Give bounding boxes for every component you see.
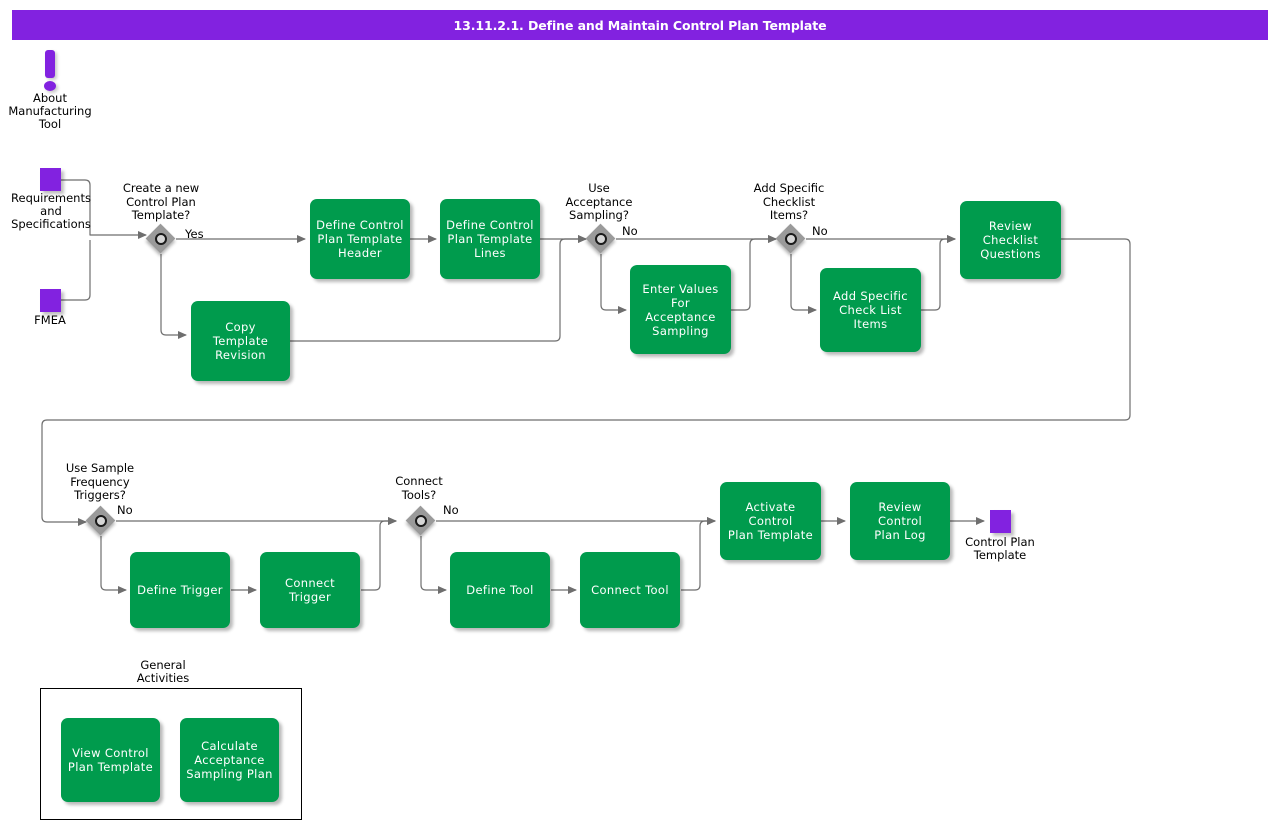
gateway-label-use-acceptance-sampling: Use Acceptance Sampling?: [551, 181, 647, 223]
gw2-line-3: Sampling?: [569, 208, 629, 222]
gw2-line-2: Acceptance: [565, 194, 633, 209]
gateway-use-sample-frequency-triggers[interactable]: [85, 505, 116, 536]
branch-label-no-sample-frequency: No: [117, 503, 133, 517]
gateway-ring-icon: [595, 233, 607, 245]
branch-label-yes-create-template: Yes: [185, 227, 204, 241]
gateway-use-acceptance-sampling[interactable]: [585, 223, 616, 254]
activity-view-control-plan-template[interactable]: View Control Plan Template: [61, 718, 160, 802]
output-line-2: Template: [973, 548, 1027, 562]
data-object-control-plan-template[interactable]: [990, 510, 1011, 533]
activity-copy-template-revision[interactable]: Copy Template Revision: [191, 301, 290, 381]
gw4-line-2: Frequency: [70, 474, 130, 489]
branch-label-no-checklist-items: No: [812, 224, 828, 238]
data-label-requirements-and-specifications: Requirements and Specifications: [0, 192, 106, 231]
exclamation-bar: [45, 50, 55, 78]
gateway-label-use-sample-frequency-triggers: Use Sample Frequency Triggers?: [46, 461, 154, 503]
gateway-ring-icon: [785, 233, 797, 245]
data-label-fmea: FMEA: [5, 314, 95, 327]
data-object-requirements-and-specifications[interactable]: [40, 168, 61, 191]
activity-activate-control-plan-template[interactable]: Activate Control Plan Template: [720, 482, 821, 560]
activity-enter-values-for-acceptance-sampling[interactable]: Enter Values For Acceptance Sampling: [630, 265, 731, 354]
gw3-line-3: Items?: [769, 208, 809, 222]
gw1-line-2: Control Plan: [126, 194, 196, 209]
gateway-label-add-specific-checklist-items: Add Specific Checklist Items?: [736, 181, 842, 223]
gw4-line-3: Triggers?: [74, 488, 126, 502]
gw5-line-1: Connect: [395, 474, 443, 488]
exclamation-dot: [44, 81, 56, 91]
activity-connect-trigger[interactable]: Connect Trigger: [260, 552, 360, 628]
activity-define-control-plan-template-lines[interactable]: Define Control Plan Template Lines: [440, 199, 540, 279]
activity-review-control-plan-log[interactable]: Review Control Plan Log: [850, 482, 950, 560]
gateway-create-new-control-plan-template[interactable]: [145, 223, 176, 254]
page-title: 13.11.2.1. Define and Maintain Control P…: [453, 17, 827, 33]
gw5-line-2: Tools?: [401, 487, 437, 502]
gw1-line-3: Template?: [131, 208, 191, 222]
gateway-label-create-new-control-plan-template: Create a new Control Plan Template?: [106, 181, 216, 223]
fmea-line-1: FMEA: [34, 313, 66, 327]
activity-define-control-plan-template-header[interactable]: Define Control Plan Template Header: [310, 199, 410, 279]
general-activities-title: General Activities: [113, 659, 213, 685]
gw1-line-1: Create a new: [122, 181, 200, 195]
data-object-fmea[interactable]: [40, 289, 61, 312]
about-line-3: Tool: [38, 117, 62, 131]
activity-review-checklist-questions[interactable]: Review Checklist Questions: [960, 201, 1061, 279]
gateway-label-connect-tools: Connect Tools?: [371, 474, 467, 502]
general-activities-line-2: Activities: [136, 671, 190, 685]
requirements-line-3: Specifications: [11, 217, 91, 231]
exclamation-icon[interactable]: [37, 50, 63, 94]
activity-add-specific-check-list-items[interactable]: Add Specific Check List Items: [820, 268, 921, 352]
branch-label-no-acceptance-sampling: No: [622, 224, 638, 238]
gw3-line-2: Checklist: [762, 194, 816, 209]
flowchart-canvas: 13.11.2.1. Define and Maintain Control P…: [0, 0, 1280, 830]
activity-calculate-acceptance-sampling-plan[interactable]: Calculate Acceptance Sampling Plan: [180, 718, 279, 802]
page-title-bar: 13.11.2.1. Define and Maintain Control P…: [12, 10, 1268, 40]
activity-define-trigger[interactable]: Define Trigger: [130, 552, 230, 628]
gw3-line-1: Add Specific: [753, 181, 825, 195]
activity-define-tool[interactable]: Define Tool: [450, 552, 550, 628]
gateway-ring-icon: [155, 233, 167, 245]
data-label-control-plan-template: Control Plan Template: [950, 536, 1050, 562]
branch-label-no-connect-tools: No: [443, 503, 459, 517]
gateway-connect-tools[interactable]: [405, 505, 436, 536]
gw2-line-1: Use: [588, 181, 610, 195]
activity-connect-tool[interactable]: Connect Tool: [580, 552, 680, 628]
gw4-line-1: Use Sample: [65, 461, 135, 475]
gateway-add-specific-checklist-items[interactable]: [775, 223, 806, 254]
gateway-ring-icon: [415, 515, 427, 527]
gateway-ring-icon: [95, 515, 107, 527]
about-manufacturing-tool-label: About Manufacturing Tool: [0, 92, 100, 131]
